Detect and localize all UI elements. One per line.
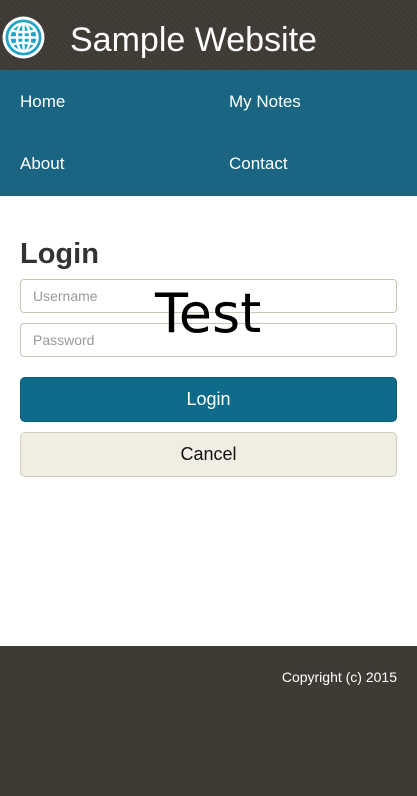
- copyright-text: Copyright (c) 2015: [281, 669, 397, 685]
- nav-item-my-notes[interactable]: My Notes: [229, 92, 301, 112]
- password-input[interactable]: [20, 323, 397, 357]
- cancel-button[interactable]: Cancel: [20, 432, 397, 477]
- nav-item-about[interactable]: About: [20, 154, 64, 174]
- login-button[interactable]: Login: [20, 377, 397, 422]
- main-nav: Home My Notes About Contact: [0, 70, 417, 196]
- site-footer: Copyright (c) 2015: [0, 646, 417, 796]
- nav-item-home[interactable]: Home: [20, 92, 65, 112]
- site-title: Sample Website: [70, 21, 317, 59]
- login-title: Login: [20, 238, 99, 270]
- username-input[interactable]: [20, 279, 397, 313]
- nav-item-contact[interactable]: Contact: [229, 154, 288, 174]
- site-header: Sample Website: [0, 0, 417, 70]
- globe-icon[interactable]: [1, 15, 46, 60]
